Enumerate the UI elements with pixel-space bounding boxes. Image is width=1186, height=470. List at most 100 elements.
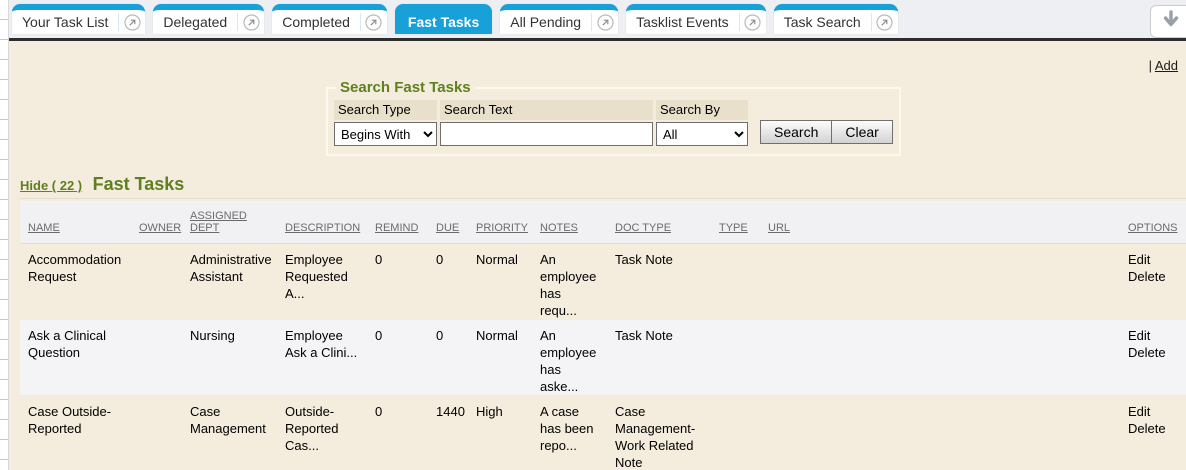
cell-doc-type: Case Management-Work Related Note (607, 395, 711, 470)
search-by-column: Search By All (656, 100, 748, 146)
column-header-options[interactable]: OPTIONS (1128, 222, 1178, 234)
column-header-due[interactable]: DUE (436, 222, 459, 234)
column-header-type[interactable]: TYPE (719, 222, 748, 234)
cell-due: 0 (428, 243, 468, 319)
tab-bar: Your Task List Delegated Completed Fast … (0, 0, 1186, 41)
tab-label: Tasklist Events (626, 14, 739, 30)
search-text-column: Search Text (440, 100, 653, 146)
cell-name: Accommodation Request (20, 243, 131, 319)
cell-remind: 0 (367, 243, 428, 319)
cell-owner (131, 395, 182, 470)
search-text-label: Search Text (440, 100, 653, 120)
search-form: Search Type Begins With Search Text Sear… (334, 100, 893, 146)
popout-icon[interactable] (361, 14, 387, 31)
cell-notes: An employee has aske... (532, 319, 607, 395)
column-header-assigned-dept[interactable]: ASSIGNED DEPT (190, 210, 247, 234)
clear-button[interactable]: Clear (832, 120, 892, 144)
search-buttons: Search Clear (760, 120, 893, 144)
cell-options: Edit Delete (1120, 395, 1186, 470)
search-button[interactable]: Search (760, 120, 832, 144)
cell-priority: High (468, 395, 532, 470)
tab-scroll-button[interactable] (1150, 5, 1186, 38)
popout-icon[interactable] (872, 14, 898, 31)
cell-url (760, 243, 1120, 319)
table-row: Ask a Clinical Question Nursing Employee… (20, 319, 1186, 395)
cell-name: Ask a Clinical Question (20, 319, 131, 395)
column-header-remind[interactable]: REMIND (375, 222, 418, 234)
tab-list: Your Task List Delegated Completed Fast … (12, 4, 898, 34)
cell-name: Case Outside-Reported (20, 395, 131, 470)
tab-your-task-list[interactable]: Your Task List (12, 4, 145, 34)
cell-owner (131, 243, 182, 319)
delete-link[interactable]: Delete (1128, 268, 1178, 285)
cell-doc-type: Task Note (607, 319, 711, 395)
hide-count-link[interactable]: Hide ( 22 ) (20, 178, 82, 193)
cell-type (711, 243, 760, 319)
search-type-select[interactable]: Begins With (334, 122, 437, 146)
edit-link[interactable]: Edit (1128, 327, 1178, 344)
cell-priority: Normal (468, 243, 532, 319)
cell-type (711, 395, 760, 470)
list-heading: Fast Tasks (93, 174, 185, 194)
cell-priority: Normal (468, 319, 532, 395)
table-header-row: NAME OWNER ASSIGNED DEPT DESCRIPTION REM… (20, 201, 1186, 243)
column-header-owner[interactable]: OWNER (139, 222, 181, 234)
column-header-priority[interactable]: PRIORITY (476, 222, 528, 234)
tab-label: Your Task List (12, 14, 118, 30)
main-content: | Add Search Fast Tasks Search Type Begi… (0, 41, 1186, 470)
tab-completed[interactable]: Completed (272, 4, 387, 34)
cell-description: Employee Requested A... (277, 243, 367, 319)
cell-due: 0 (428, 319, 468, 395)
search-text-input[interactable] (440, 122, 653, 146)
cell-description: Outside-Reported Cas... (277, 395, 367, 470)
cell-notes: A case has been repo... (532, 395, 607, 470)
fast-tasks-table: NAME OWNER ASSIGNED DEPT DESCRIPTION REM… (20, 201, 1186, 470)
down-arrow-icon (1161, 9, 1181, 34)
search-panel-title: Search Fast Tasks (336, 79, 475, 96)
search-type-column: Search Type Begins With (334, 100, 437, 146)
search-fast-tasks-panel: Search Fast Tasks Search Type Begins Wit… (326, 79, 901, 156)
table-row: Case Outside-Reported Case Management Ou… (20, 395, 1186, 470)
cell-notes: An employee has requ... (532, 243, 607, 319)
list-title-row: Hide ( 22 ) Fast Tasks (20, 174, 1186, 199)
tab-all-pending[interactable]: All Pending (500, 4, 618, 34)
cell-assigned-dept: Administrative Assistant (182, 243, 277, 319)
delete-link[interactable]: Delete (1128, 344, 1178, 361)
popout-icon[interactable] (740, 14, 766, 31)
popout-icon[interactable] (592, 14, 618, 31)
delete-link[interactable]: Delete (1128, 420, 1178, 437)
add-link[interactable]: Add (1155, 58, 1178, 73)
separator: | (1149, 58, 1152, 73)
cell-url (760, 319, 1120, 395)
cell-assigned-dept: Case Management (182, 395, 277, 470)
edit-link[interactable]: Edit (1128, 251, 1178, 268)
popout-icon[interactable] (119, 14, 145, 31)
popout-icon[interactable] (238, 14, 264, 31)
table-row: Accommodation Request Administrative Ass… (20, 243, 1186, 319)
column-header-doc-type[interactable]: DOC TYPE (615, 222, 671, 234)
cell-type (711, 319, 760, 395)
tab-tasklist-events[interactable]: Tasklist Events (626, 4, 766, 34)
cell-description: Employee Ask a Clini... (277, 319, 367, 395)
search-by-label: Search By (656, 100, 748, 120)
search-type-label: Search Type (334, 100, 437, 120)
column-header-description[interactable]: DESCRIPTION (285, 222, 360, 234)
action-row: | Add (20, 41, 1186, 73)
cell-options: Edit Delete (1120, 319, 1186, 395)
cell-remind: 0 (367, 395, 428, 470)
tab-label: Task Search (774, 14, 871, 30)
edit-link[interactable]: Edit (1128, 403, 1178, 420)
tab-label: Completed (272, 14, 360, 30)
frame-resize-gutter[interactable] (0, 0, 9, 470)
cell-url (760, 395, 1120, 470)
tab-label: Delegated (153, 14, 237, 30)
search-by-select[interactable]: All (656, 122, 748, 146)
cell-remind: 0 (367, 319, 428, 395)
column-header-name[interactable]: NAME (28, 222, 60, 234)
cell-assigned-dept: Nursing (182, 319, 277, 395)
tab-task-search[interactable]: Task Search (774, 4, 898, 34)
tab-delegated[interactable]: Delegated (153, 4, 264, 34)
column-header-url[interactable]: URL (768, 222, 790, 234)
tab-fast-tasks[interactable]: Fast Tasks (395, 4, 492, 34)
column-header-notes[interactable]: NOTES (540, 222, 578, 234)
